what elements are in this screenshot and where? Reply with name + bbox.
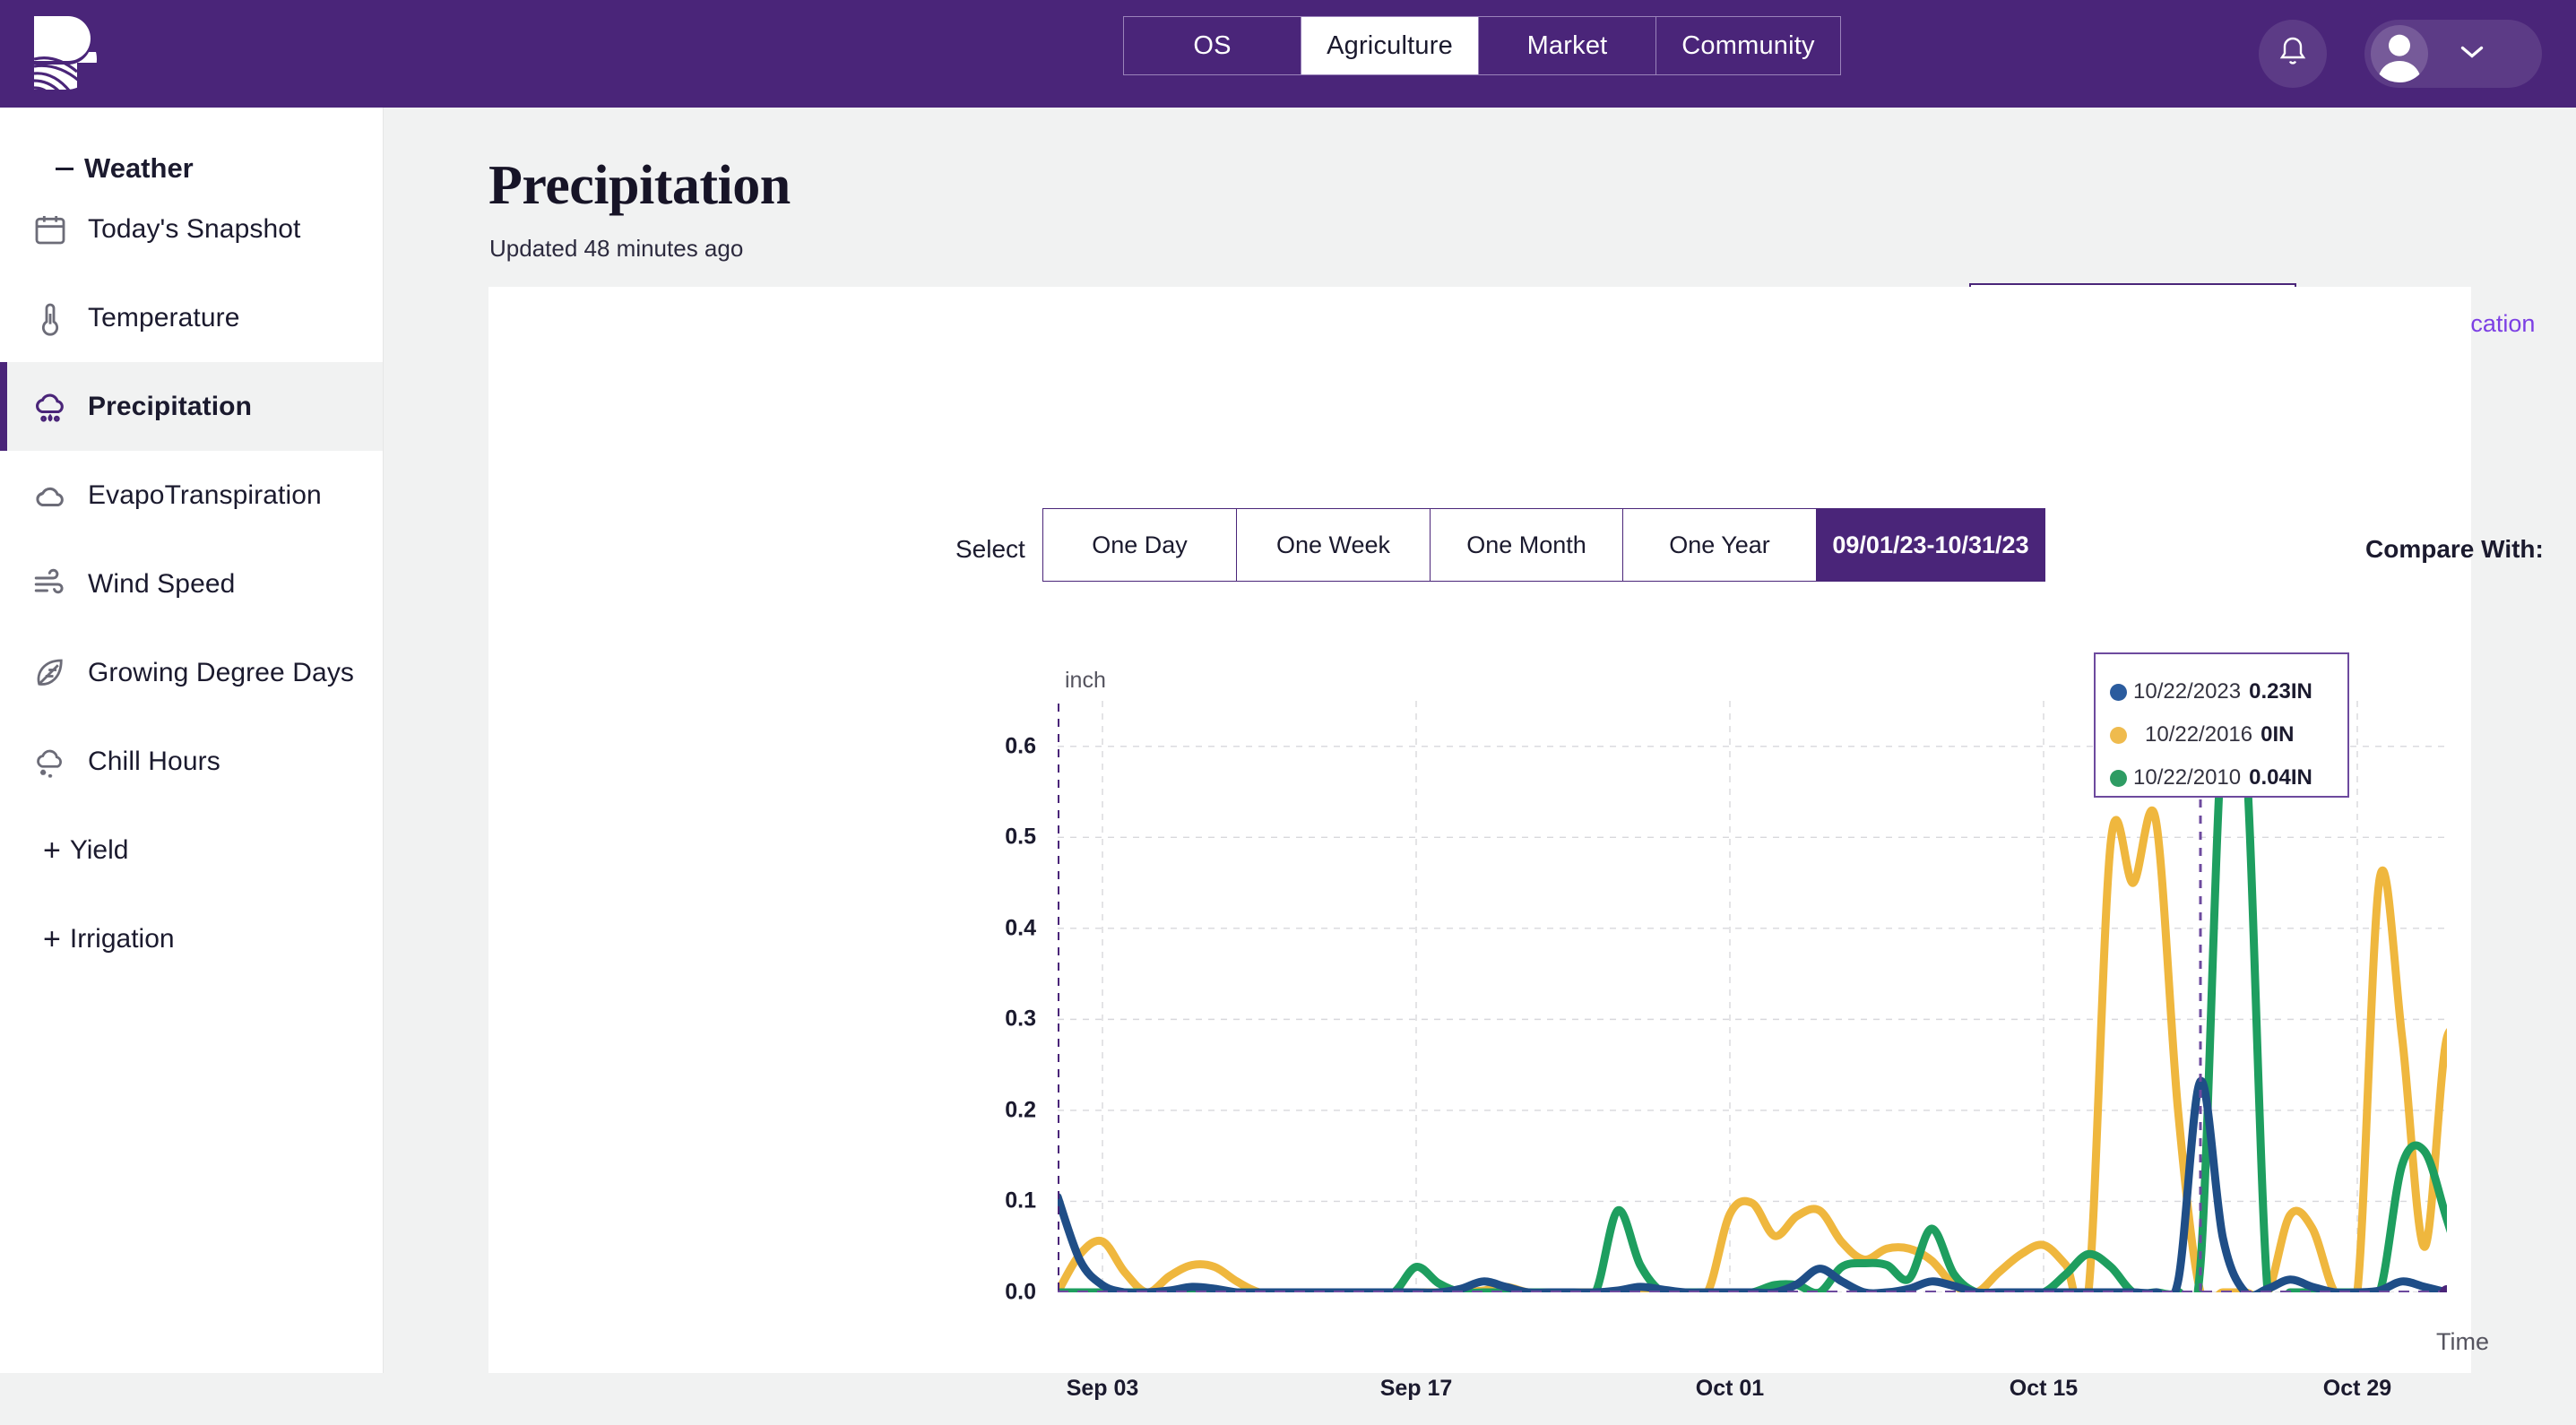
- x-axis-tick: Sep 17: [1379, 1376, 1453, 1401]
- sidebar-item-todays-snapshot[interactable]: Today's Snapshot: [0, 185, 383, 273]
- sidebar-section-weather[interactable]: Weather: [0, 108, 383, 185]
- sidebar-item-growing-degree-days[interactable]: Growing Degree Days: [0, 628, 383, 717]
- y-axis-tick: 0.0: [1005, 1279, 1036, 1305]
- tooltip-row: 10/22/2010 0.04IN: [2096, 756, 2347, 799]
- sidebar-item-temperature[interactable]: Temperature: [0, 273, 383, 362]
- y-axis-tick: 0.1: [1005, 1188, 1036, 1213]
- top-navigation-bar: OS Agriculture Market Community: [0, 0, 2576, 108]
- notifications-button[interactable]: [2259, 20, 2327, 88]
- series-color-dot: [2110, 769, 2127, 787]
- range-button-one-month[interactable]: One Month: [1431, 509, 1623, 581]
- plus-icon: +: [43, 833, 61, 868]
- tooltip-date: 10/22/2023: [2133, 679, 2242, 704]
- tab-community[interactable]: Community: [1656, 17, 1840, 74]
- notification-bell-icon: [2277, 34, 2309, 74]
- sidebar-section-label: Weather: [84, 152, 194, 184]
- compare-with-label: Compare With:: [2365, 535, 2544, 563]
- tooltip-value: 0IN: [2260, 722, 2295, 747]
- tooltip-date: 10/22/2010: [2133, 765, 2242, 790]
- sidebar-group-label: Irrigation: [69, 923, 175, 954]
- chevron-down-icon: [2459, 44, 2485, 65]
- chart-line-2023: [1053, 1076, 2451, 1304]
- y-axis-unit-label: inch: [1065, 668, 1106, 693]
- series-color-dot: [2110, 683, 2127, 701]
- sidebar-item-label: Precipitation: [88, 391, 252, 421]
- tooltip-row: 10/22/2016 0IN: [2096, 713, 2347, 756]
- avatar: [2371, 25, 2428, 82]
- sidebar-item-label: Wind Speed: [88, 568, 236, 599]
- sidebar-item-chill-hours[interactable]: Chill Hours: [0, 717, 383, 806]
- sidebar-group-label: Yield: [69, 834, 129, 865]
- sidebar-item-label: Temperature: [88, 302, 240, 332]
- main-nav-tabs: OS Agriculture Market Community: [1123, 16, 1841, 75]
- tooltip-value: 0.04IN: [2249, 765, 2312, 790]
- collapse-dash-icon: [56, 167, 73, 170]
- sidebar-item-wind-speed[interactable]: Wind Speed: [0, 540, 383, 628]
- sidebar: Weather Today's Snapshot Temperature Pre…: [0, 108, 384, 1373]
- tooltip-value: 0.23IN: [2249, 679, 2312, 704]
- user-menu[interactable]: [2364, 20, 2542, 88]
- updated-timestamp: Updated 48 minutes ago: [489, 235, 744, 262]
- range-end-marker-dot: [2440, 1285, 2454, 1300]
- time-range-selector: One Day One Week One Month One Year 09/0…: [1042, 508, 2045, 582]
- leaf-icon: [27, 650, 73, 696]
- precipitation-chart: inch 0.0 0.1 0.2 0.3 0.4 0.5 0.6 Sep 03 Sep 17 O…: [957, 645, 2553, 1425]
- calendar-icon: [27, 206, 73, 253]
- x-axis-tick: Oct 29: [2322, 1376, 2392, 1401]
- series-color-dot: [2110, 726, 2127, 744]
- plus-icon: +: [43, 921, 61, 956]
- tooltip-row: 10/22/2023 0.23IN: [2096, 670, 2347, 713]
- range-button-one-week[interactable]: One Week: [1237, 509, 1431, 581]
- sidebar-item-label: Today's Snapshot: [88, 213, 301, 244]
- thermometer-icon: [27, 295, 73, 341]
- sidebar-item-evapotranspiration[interactable]: EvapoTranspiration: [0, 451, 383, 540]
- tooltip-date: 10/22/2016: [2145, 722, 2253, 747]
- select-label: Select: [955, 535, 1025, 563]
- y-axis-tick: 0.6: [1005, 733, 1036, 759]
- sidebar-item-label: EvapoTranspiration: [88, 479, 322, 510]
- tab-os[interactable]: OS: [1124, 17, 1301, 74]
- chart-tooltip: 10/22/2023 0.23IN 10/22/2016 0IN 10/22/2…: [2094, 652, 2349, 798]
- x-axis-label: Time: [2436, 1328, 2489, 1355]
- page-title: Precipitation: [488, 155, 791, 216]
- y-axis-tick: 0.4: [1005, 915, 1036, 941]
- y-axis-tick: 0.5: [1005, 824, 1036, 850]
- tab-market[interactable]: Market: [1479, 17, 1656, 74]
- wind-icon: [27, 561, 73, 608]
- range-button-one-year[interactable]: One Year: [1623, 509, 1817, 581]
- sidebar-item-label: Growing Degree Days: [88, 657, 355, 687]
- x-axis-tick: Oct 15: [2009, 1376, 2079, 1401]
- y-axis-tick: 0.3: [1005, 1006, 1036, 1032]
- main-content: Precipitation Updated 48 minutes ago Wea…: [384, 108, 2576, 1401]
- y-axis-tick: 0.2: [1005, 1097, 1036, 1123]
- range-button-one-day[interactable]: One Day: [1043, 509, 1237, 581]
- sidebar-item-precipitation[interactable]: Precipitation: [0, 362, 383, 451]
- tab-agriculture[interactable]: Agriculture: [1301, 17, 1479, 74]
- x-axis-tick: Oct 01: [1695, 1376, 1765, 1401]
- snow-cloud-icon: [27, 738, 73, 785]
- sidebar-item-label: Chill Hours: [88, 746, 220, 776]
- rain-cloud-icon: [27, 384, 73, 430]
- x-axis-tick: Sep 03: [1066, 1376, 1139, 1401]
- sidebar-group-yield[interactable]: + Yield: [0, 806, 383, 894]
- range-button-custom-date[interactable]: 09/01/23-10/31/23: [1817, 509, 2044, 581]
- app-logo[interactable]: [25, 13, 111, 99]
- chart-line-2016: [1053, 806, 2474, 1330]
- sidebar-group-irrigation[interactable]: + Irrigation: [0, 894, 383, 983]
- cloud-icon: [27, 472, 73, 519]
